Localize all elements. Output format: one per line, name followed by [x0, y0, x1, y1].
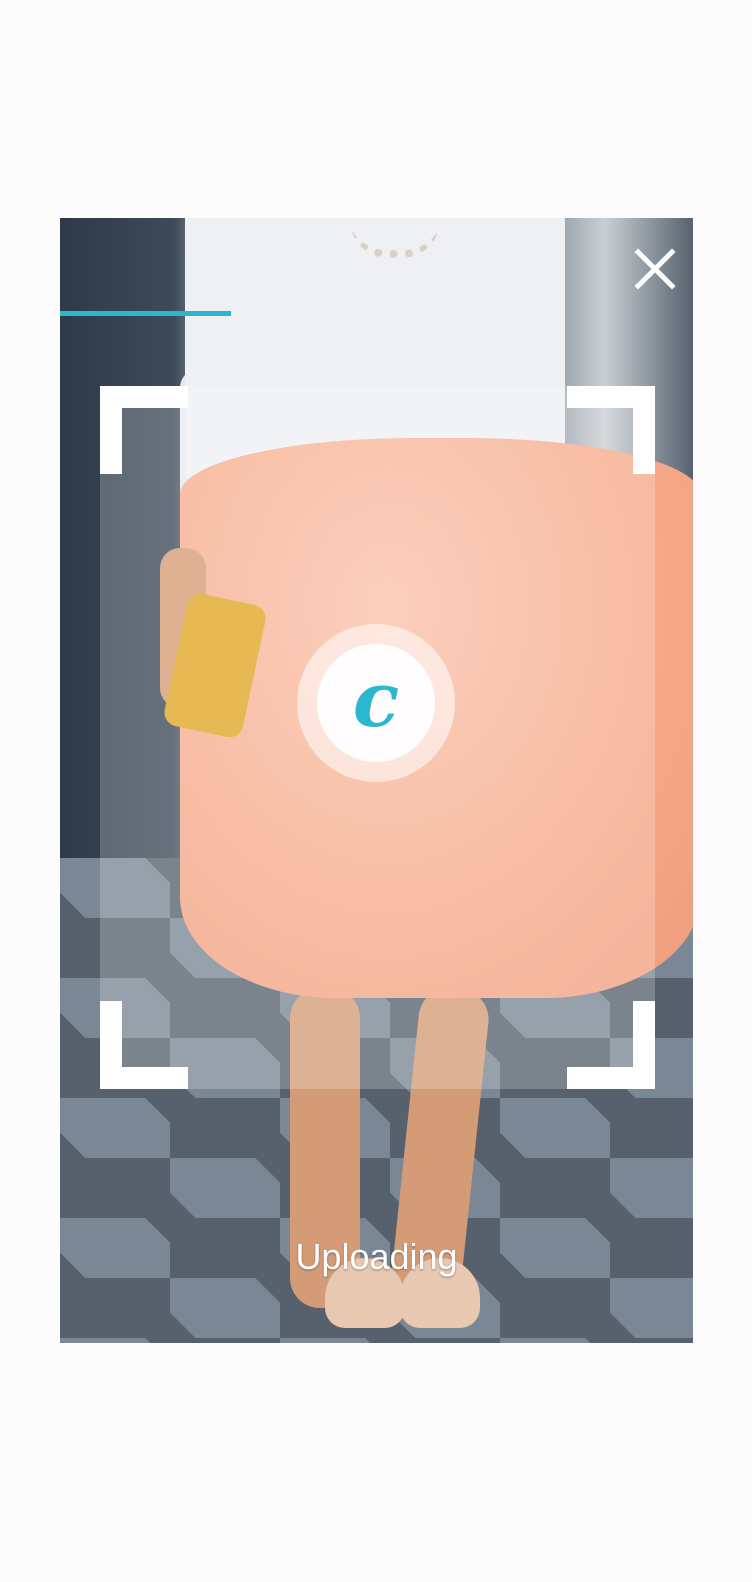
app-logo-letter: c — [352, 655, 400, 744]
upload-progress-fill — [60, 311, 231, 316]
close-icon — [634, 248, 676, 290]
upload-progress-bar — [60, 311, 693, 316]
app-logo: c — [297, 624, 455, 782]
upload-screen: c Uploading — [0, 0, 752, 1582]
close-button[interactable] — [630, 244, 680, 294]
uploaded-photo: c Uploading — [60, 218, 693, 1343]
scan-corner-bottom-right — [567, 1001, 655, 1089]
upload-status-label: Uploading — [295, 1236, 458, 1277]
scan-corner-top-right — [567, 386, 655, 474]
scan-corner-bottom-left — [100, 1001, 188, 1089]
app-logo-inner: c — [317, 644, 435, 762]
scan-corner-top-left — [100, 386, 188, 474]
